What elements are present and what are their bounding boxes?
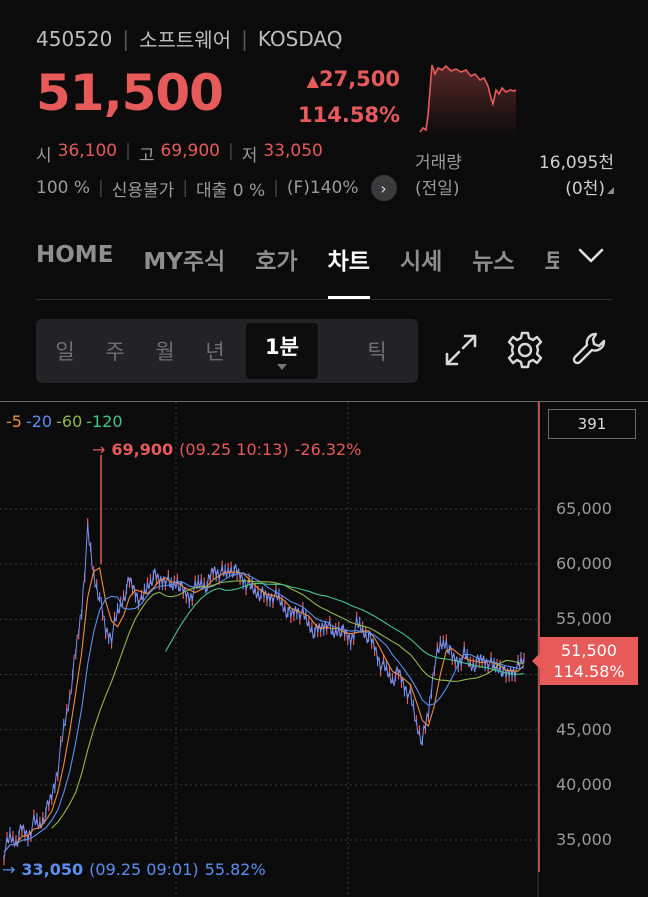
stock-info-row: 100 % | 신용불가 | 대출 0 % | (F)140% › [36, 175, 397, 201]
tab-chart[interactable]: 차트 [327, 238, 371, 300]
period-day[interactable]: 일 [40, 336, 90, 366]
high-label: 고 [138, 146, 155, 166]
intraday-sparkline[interactable] [418, 60, 518, 138]
period-selected-label: 1분 [265, 335, 299, 359]
settings-icon[interactable] [505, 330, 545, 370]
credit-status: 신용불가 [111, 180, 175, 201]
main-tabs: HOME MY주식 호가 차트 시세 뉴스 토 [36, 238, 648, 300]
tab-news[interactable]: 뉴스 [472, 238, 514, 300]
high-value: 69,900 [160, 141, 220, 161]
divider: | [98, 178, 104, 198]
period-year[interactable]: 년 [190, 336, 240, 366]
high-marker-value: 69,900 [111, 440, 174, 459]
crosshair-value-box: 391 [548, 409, 636, 439]
arrow-right-icon: → [92, 440, 106, 459]
corner-arrow-icon [607, 187, 614, 194]
tabs-divider [36, 299, 612, 300]
low-marker-pct: 55.82% [204, 860, 266, 879]
low-label: 저 [241, 146, 258, 166]
price-change: ▲27,500 114.58% [298, 62, 400, 132]
period-week[interactable]: 주 [90, 336, 140, 366]
y-tick: 45,000 [556, 720, 612, 739]
volume-value: 16,095천 [538, 153, 614, 173]
y-tick: 40,000 [556, 775, 612, 794]
period-minute-dropdown[interactable]: 1분 [246, 323, 318, 379]
current-price-tag-value: 51,500 [561, 641, 617, 660]
stock-code: 450520 [36, 26, 113, 51]
period-selector: 일 주 월 년 1분 틱 [36, 319, 418, 383]
volume-value-group[interactable]: 16,095천 (0천) [539, 150, 614, 202]
low-marker-label: → 33,050 (09.25 09:01) 55.82% [2, 860, 266, 879]
tab-quotes[interactable]: 시세 [400, 238, 442, 300]
change-amount: 27,500 [318, 67, 400, 91]
low-marker-time: (09.25 09:01) [89, 860, 199, 879]
current-price-tag: 51,500 114.58% [532, 637, 638, 685]
open-value: 36,100 [57, 141, 118, 161]
up-triangle-icon: ▲ [306, 71, 319, 90]
divider: | [122, 26, 130, 51]
high-marker-pct: -26.32% [294, 440, 362, 459]
chevron-right-icon[interactable]: › [370, 175, 397, 201]
y-tick: 35,000 [556, 830, 612, 849]
volume-label: 거래량 [415, 153, 462, 173]
y-tick: 65,000 [556, 499, 612, 518]
f-ratio: (F)140% [286, 178, 359, 198]
price-line [3, 523, 525, 861]
tab-discussion[interactable]: 토 [545, 238, 559, 300]
expand-icon[interactable] [441, 330, 481, 370]
margin-rate: 100 % [36, 178, 91, 198]
stock-name: 소프트웨어 [139, 28, 232, 52]
tab-my-stock[interactable]: MY주식 [143, 238, 225, 300]
arrow-right-icon: → [2, 860, 16, 879]
low-marker-value: 33,050 [21, 860, 84, 879]
chevron-down-icon[interactable] [576, 246, 606, 266]
price-chart[interactable]: -5 -20 -60 -120 → 69,900 (09.25 10:13) -… [0, 401, 648, 897]
high-marker-label: → 69,900 (09.25 10:13) -26.32% [92, 440, 361, 459]
divider: | [125, 141, 131, 161]
legend-ma5: -5 [6, 412, 22, 431]
open-label: 시 [36, 146, 52, 166]
high-marker-time: (09.25 10:13) [179, 440, 289, 459]
volume-label-group: 거래량 (전일) [415, 150, 462, 202]
volume-prev-label: (전일) [415, 179, 460, 199]
loan-rate: 대출 0 % [196, 180, 266, 201]
current-price: 51,500 [36, 64, 224, 122]
divider: | [182, 178, 189, 198]
stock-market: KOSDAQ [257, 26, 343, 51]
period-month[interactable]: 월 [140, 336, 190, 366]
low-value: 33,050 [263, 141, 323, 161]
period-tick[interactable]: 틱 [352, 336, 402, 366]
volume-prev-value: (0천) [565, 179, 605, 199]
dropdown-arrow-icon [277, 364, 287, 370]
divider: | [273, 178, 279, 198]
legend-ma60: -60 [56, 412, 83, 431]
open-high-low: 시 36,100 | 고 69,900 | 저 33,050 [36, 141, 323, 166]
divider: | [227, 141, 234, 161]
y-tick: 55,000 [556, 609, 612, 628]
tab-orderbook[interactable]: 호가 [255, 238, 297, 300]
divider: | [241, 26, 248, 51]
current-price-tag-pct: 114.58% [553, 662, 625, 681]
y-tick: 60,000 [556, 554, 612, 573]
change-percent: 114.58% [298, 103, 401, 127]
stock-breadcrumb: 450520 | 소프트웨어 | KOSDAQ [36, 24, 342, 53]
ma-legend: -5 -20 -60 -120 [6, 412, 123, 431]
tab-home[interactable]: HOME [36, 238, 113, 300]
legend-ma20: -20 [25, 412, 53, 431]
wrench-icon[interactable] [570, 330, 610, 370]
legend-ma120: -120 [86, 412, 123, 431]
